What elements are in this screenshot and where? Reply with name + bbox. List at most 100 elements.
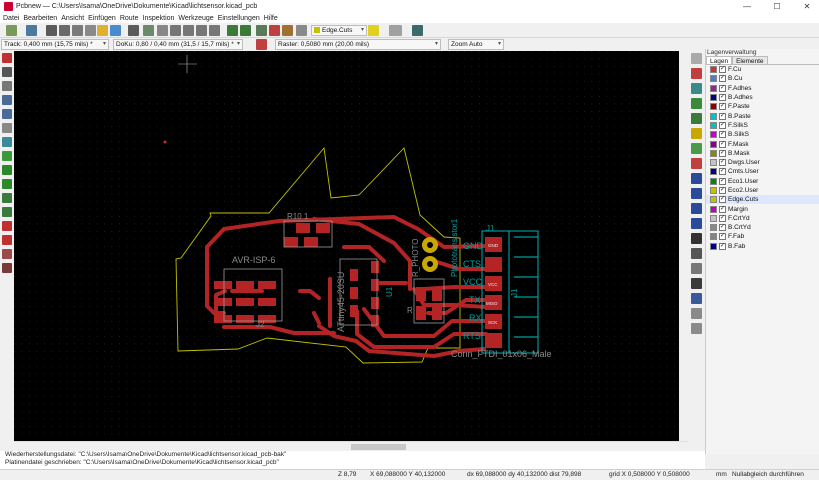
grid-combo[interactable]: Raster: 0,5080 mm (20,00 mils) ▾ — [275, 39, 441, 50]
vertical-scrollbar[interactable] — [679, 51, 688, 441]
add-footprint-icon[interactable] — [691, 98, 702, 109]
layer-color-swatch[interactable] — [710, 131, 717, 139]
redo-icon[interactable] — [110, 25, 121, 36]
zone-outline-icon[interactable] — [2, 179, 12, 189]
layer-row-f-mask[interactable]: ✓ F.Mask — [706, 139, 819, 148]
footprint-editor-icon[interactable] — [227, 25, 238, 36]
layer-color-swatch[interactable] — [710, 94, 717, 102]
layer-color-swatch[interactable] — [710, 214, 717, 222]
polar-coords-icon[interactable] — [2, 81, 12, 91]
layer-row-f-paste[interactable]: ✓ F.Paste — [706, 102, 819, 111]
layer-color-swatch[interactable] — [710, 159, 717, 167]
layer-color-swatch[interactable] — [710, 196, 717, 204]
ladybug-icon[interactable] — [282, 25, 293, 36]
layer-color-swatch[interactable] — [710, 168, 717, 176]
layer-row-dwgs-user[interactable]: ✓ Dwgs.User — [706, 158, 819, 167]
auto-track-width-icon[interactable] — [256, 39, 267, 50]
layer-visibility-checkbox[interactable]: ✓ — [719, 159, 726, 167]
zoom-selection-icon[interactable] — [209, 25, 220, 36]
add-circle-icon[interactable] — [691, 188, 702, 199]
maximize-button[interactable]: ☐ — [765, 0, 789, 13]
layer-visibility-checkbox[interactable]: ✓ — [719, 84, 726, 92]
layer-row-b-mask[interactable]: ✓ B.Mask — [706, 149, 819, 158]
layer-row-eco1-user[interactable]: ✓ Eco1.User — [706, 177, 819, 186]
layer-color-swatch[interactable] — [710, 187, 717, 194]
layer-color-swatch[interactable] — [710, 112, 717, 120]
horizontal-scroll-thumb[interactable] — [351, 444, 406, 450]
layer-visibility-checkbox[interactable]: ✓ — [719, 242, 726, 250]
horizontal-scrollbar[interactable] — [14, 441, 692, 451]
add-via-icon[interactable] — [691, 128, 702, 139]
menu-einstellungen[interactable]: Einstellungen — [218, 15, 260, 22]
zoom-combo[interactable]: Zoom Auto ▾ — [448, 39, 504, 50]
measure-icon[interactable] — [691, 323, 702, 334]
minimize-button[interactable]: — — [735, 0, 759, 13]
add-line-icon[interactable] — [691, 173, 702, 184]
3d-viewer-icon[interactable] — [412, 25, 423, 36]
add-text-icon[interactable] — [691, 233, 702, 244]
cursor-shape-icon[interactable] — [2, 123, 12, 133]
layer-row-edge-cuts[interactable]: ✓ Edge.Cuts — [706, 195, 819, 205]
plot-icon[interactable] — [85, 25, 96, 36]
tab-elemente[interactable]: Elemente — [732, 56, 768, 65]
menu-route[interactable]: Route — [120, 15, 139, 22]
layer-pair-icon[interactable] — [368, 25, 379, 36]
set-origin-icon[interactable] — [691, 293, 702, 304]
layer-color-swatch[interactable] — [710, 205, 717, 213]
select-arrow-icon[interactable] — [691, 53, 702, 64]
layers-manager-icon[interactable] — [2, 249, 12, 259]
grid-origin-icon[interactable] — [691, 308, 702, 319]
layer-visibility-checkbox[interactable]: ✓ — [719, 187, 726, 194]
layer-row-f-fab[interactable]: ✓ F.Fab — [706, 232, 819, 241]
menu-inspektion[interactable]: Inspektion — [143, 15, 175, 22]
print-icon[interactable] — [72, 25, 83, 36]
layer-color-swatch[interactable] — [710, 149, 717, 157]
layer-visibility-checkbox[interactable]: ✓ — [719, 131, 726, 139]
layer-row-eco2-user[interactable]: ✓ Eco2.User — [706, 186, 819, 195]
layer-row-b-crtyd[interactable]: ✓ B.CrtYd — [706, 223, 819, 232]
microwave-toolbar-icon[interactable] — [2, 263, 12, 273]
layer-visibility-checkbox[interactable]: ✓ — [719, 168, 726, 176]
zoom-fit-icon[interactable] — [196, 25, 207, 36]
layer-color-swatch[interactable] — [710, 121, 717, 129]
layer-row-f-silks[interactable]: ✓ F.SilkS — [706, 121, 819, 130]
layer-visibility-checkbox[interactable]: ✓ — [719, 66, 726, 74]
open-board-icon[interactable] — [46, 25, 57, 36]
layer-visibility-checkbox[interactable]: ✓ — [719, 121, 726, 129]
layer-visibility-checkbox[interactable]: ✓ — [719, 140, 726, 148]
undo-icon[interactable] — [97, 25, 108, 36]
netlist-icon[interactable] — [143, 25, 154, 36]
close-window-button[interactable]: ✕ — [795, 0, 819, 13]
add-dimension-icon[interactable] — [691, 248, 702, 259]
track-sketch-icon[interactable] — [2, 221, 12, 231]
menu-einfuegen[interactable]: Einfügen — [88, 15, 116, 22]
pad-sketch-icon[interactable] — [2, 193, 12, 203]
layer-visibility-checkbox[interactable]: ✓ — [719, 214, 726, 222]
layer-color-swatch[interactable] — [710, 140, 717, 148]
refresh-icon[interactable] — [157, 25, 168, 36]
add-arc-icon[interactable] — [691, 203, 702, 214]
unit-mm-icon[interactable] — [2, 109, 12, 119]
layer-color-swatch[interactable] — [710, 103, 717, 111]
layer-visibility-checkbox[interactable]: ✓ — [719, 103, 726, 111]
zoom-out-icon[interactable] — [183, 25, 194, 36]
layer-color-swatch[interactable] — [710, 242, 717, 250]
add-polygon-icon[interactable] — [691, 218, 702, 229]
track-width-combo[interactable]: Track: 0,400 mm (15,75 mils) * ▾ — [1, 39, 109, 50]
local-ratsnest-tool-icon[interactable] — [691, 83, 702, 94]
tab-lagen[interactable]: Lagen — [706, 56, 733, 65]
layer-visibility-checkbox[interactable]: ✓ — [719, 112, 726, 120]
route-track-icon[interactable] — [691, 113, 702, 124]
layer-color-swatch[interactable] — [710, 233, 717, 241]
menu-datei[interactable]: Datei — [3, 15, 19, 22]
delete-icon[interactable] — [691, 278, 702, 289]
find-icon[interactable] — [128, 25, 139, 36]
drc-marker-icon[interactable] — [2, 53, 12, 63]
zone-fill-icon[interactable] — [2, 165, 12, 175]
menu-werkzeuge[interactable]: Werkzeuge — [178, 15, 213, 22]
scripting-console-icon[interactable] — [389, 25, 402, 36]
layer-visibility-checkbox[interactable]: ✓ — [719, 75, 726, 83]
layer-row-b-silks[interactable]: ✓ B.SilkS — [706, 130, 819, 139]
unit-inch-icon[interactable] — [2, 95, 12, 105]
menu-bearbeiten[interactable]: Bearbeiten — [23, 15, 57, 22]
